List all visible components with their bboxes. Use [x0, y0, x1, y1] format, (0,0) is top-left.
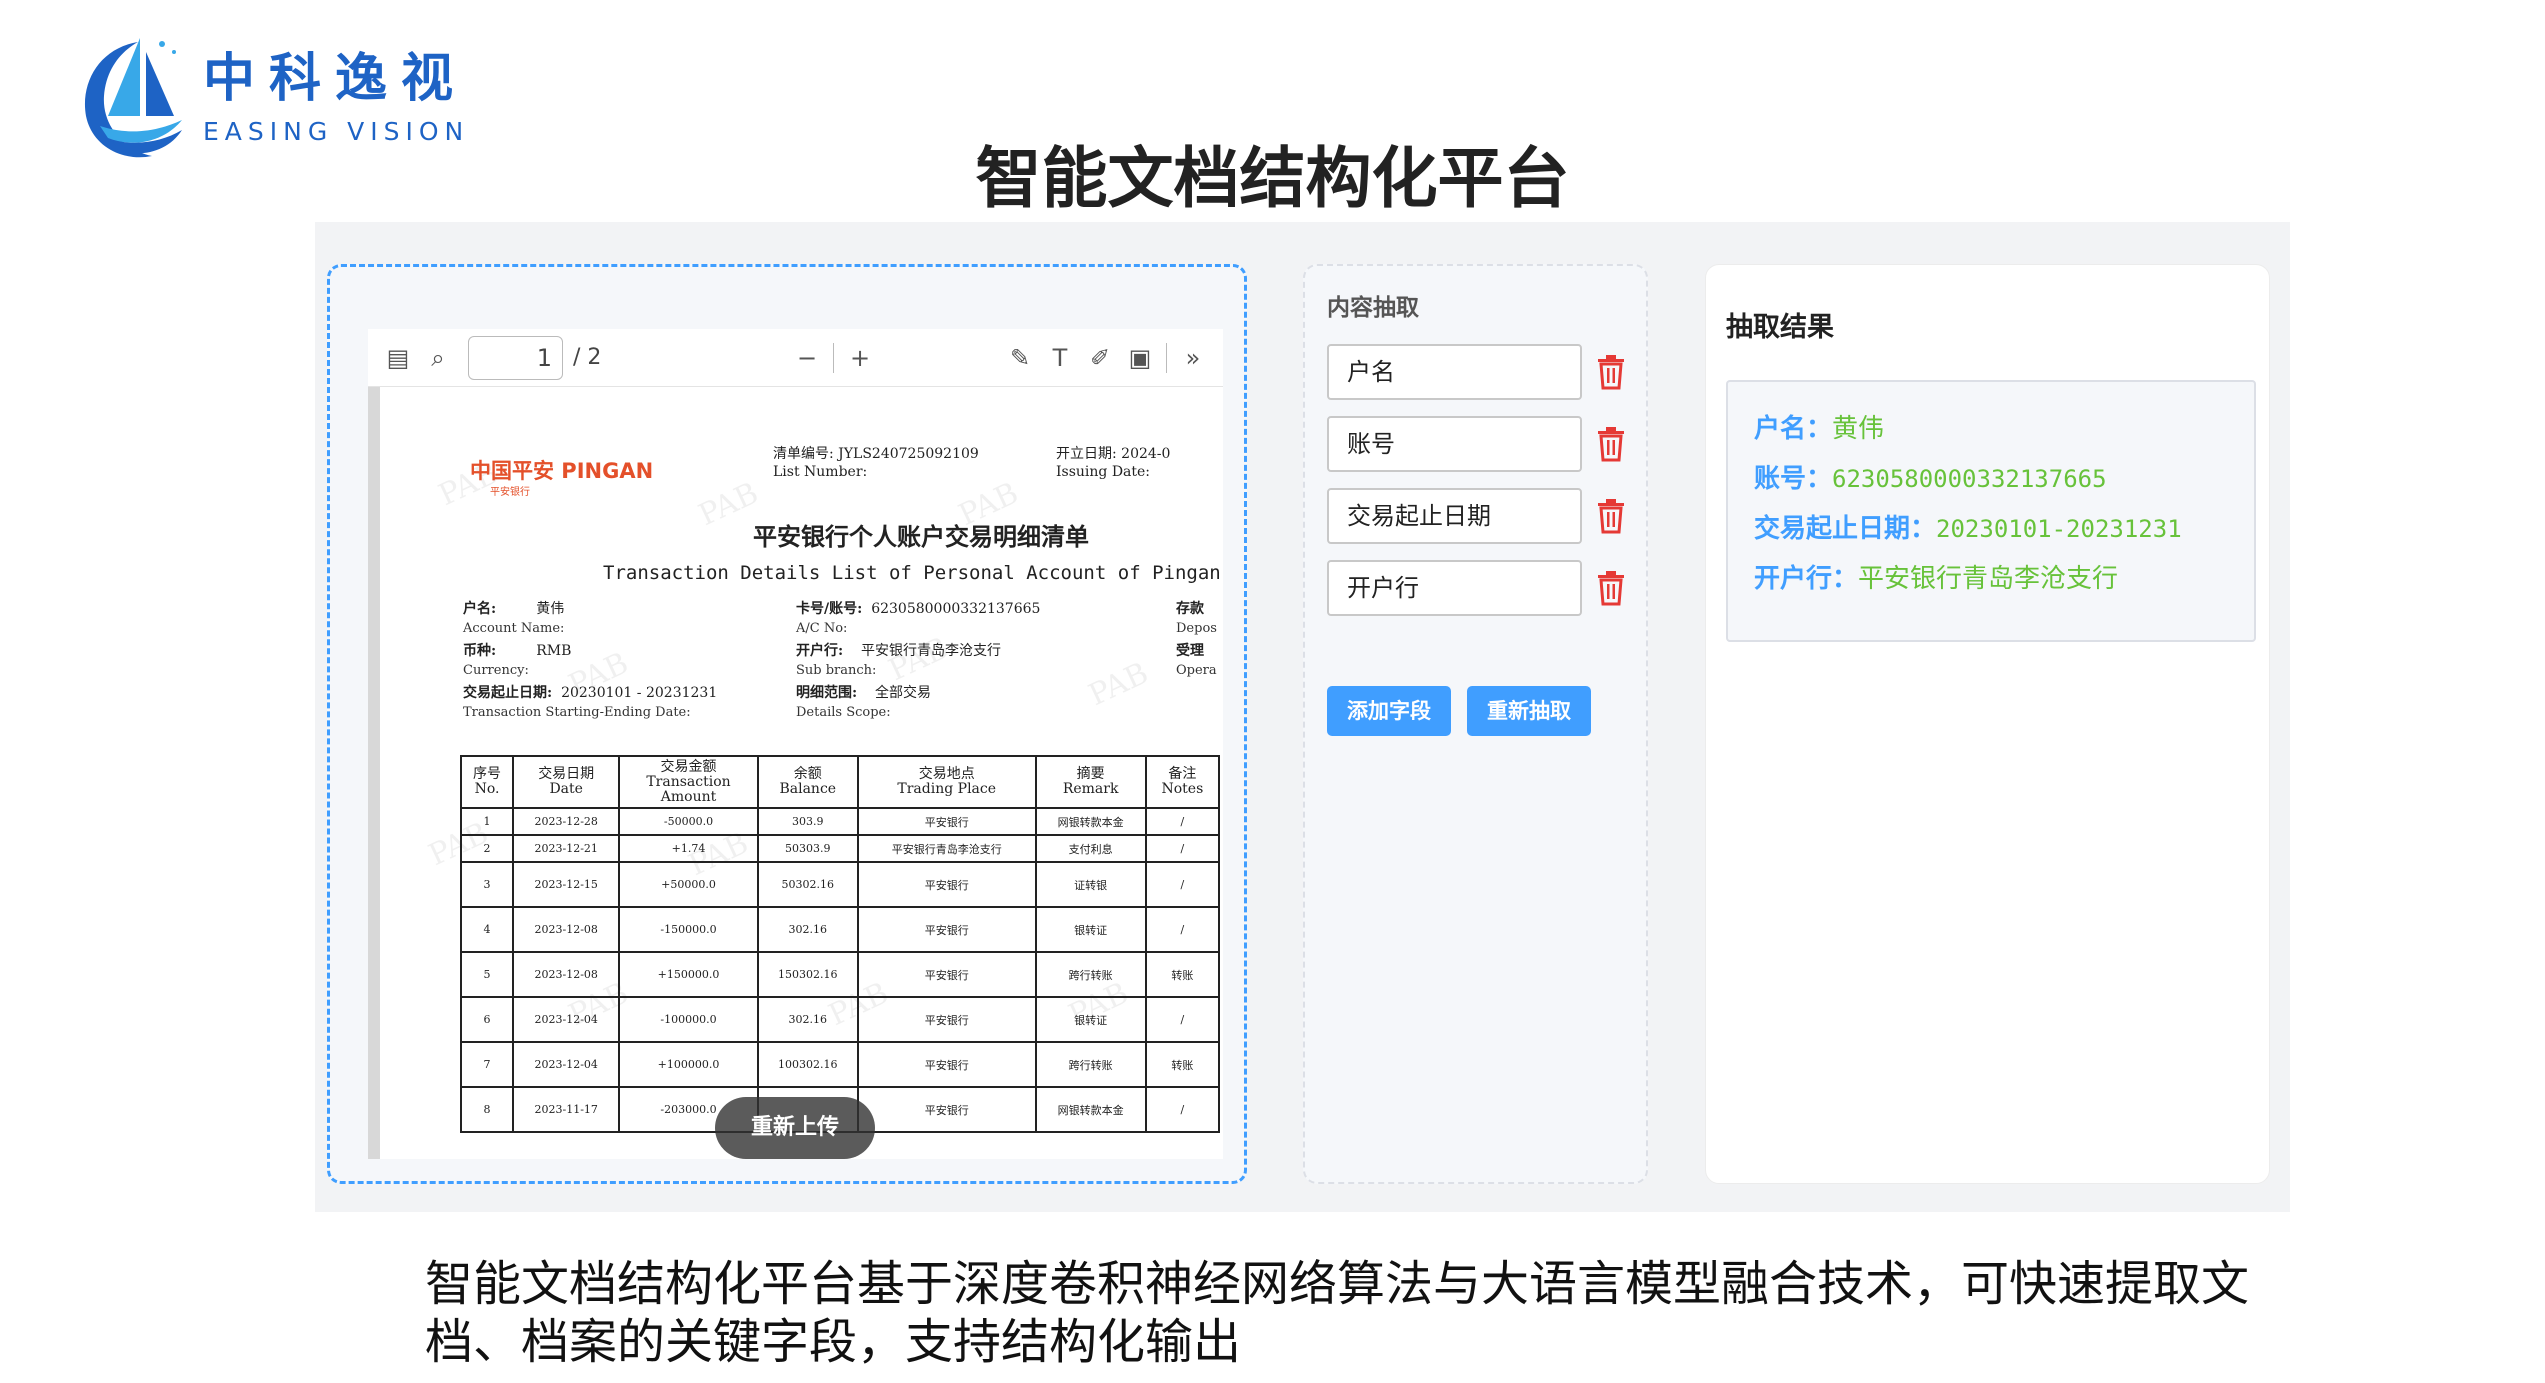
reupload-button[interactable]: 重新上传 — [715, 1097, 875, 1159]
text-icon[interactable]: T — [1040, 344, 1080, 372]
table-header-row: 序号 No. 交易日期 Date 交易金额 Transaction Amount 余额 B… — [459, 755, 1221, 809]
slide: 中科逸视 EASING VISION 智能文档结构化平台 ▤ ⌕ 1 / 2 −… — [0, 0, 2545, 1383]
field-row: 开户行 — [1327, 560, 1627, 616]
list-number: 清单编号: JYLS240725092109 List Number: — [773, 446, 979, 480]
toolbar-divider — [1166, 342, 1167, 373]
trash-icon[interactable] — [1596, 354, 1626, 390]
card-number-info: 卡号/账号: 6230580000332137665 A/C No: — [796, 601, 1041, 636]
field-input-account-name[interactable]: 户名 — [1327, 344, 1582, 400]
trash-icon[interactable] — [1596, 570, 1626, 606]
page-total: / 2 — [573, 345, 602, 370]
date-range-info: 交易起止日期: 20230101 - 20231231 Transaction … — [463, 685, 718, 720]
pdf-toolbar: ▤ ⌕ 1 / 2 − + ✎ T ✐ ▣ » — [368, 329, 1223, 387]
field-input-date-range[interactable]: 交易起止日期 — [1327, 488, 1582, 544]
document-subtitle: Transaction Details List of Personal Acc… — [603, 562, 1223, 584]
result-item: 户名：黄伟 — [1754, 414, 1885, 444]
image-icon[interactable]: ▣ — [1120, 344, 1160, 372]
app-window: ▤ ⌕ 1 / 2 − + ✎ T ✐ ▣ » PAB PAB PAB PAB … — [315, 222, 2290, 1212]
extraction-results-panel: 抽取结果 户名：黄伟 账号：6230580000332137665 交易起止日期… — [1705, 264, 2270, 1184]
deposit-info: 存款 Depos — [1176, 601, 1217, 636]
field-input-account-number[interactable]: 账号 — [1327, 416, 1582, 472]
logo-chinese-name: 中科逸视 — [203, 49, 468, 109]
document-title: 平安银行个人账户交易明细清单 — [753, 523, 1089, 551]
account-name-info: 户名: 黄伟 Account Name: — [463, 601, 565, 636]
table-row: 4 2023-12-08 -150000.0 302.16 平安银行 银转证 / — [459, 906, 1221, 953]
reextract-button[interactable]: 重新抽取 — [1467, 686, 1591, 736]
page-gutter — [368, 387, 380, 1159]
field-row: 户名 — [1327, 344, 1627, 400]
field-input-branch[interactable]: 开户行 — [1327, 560, 1582, 616]
table-row: 3 2023-12-15 +50000.0 50302.16 平安银行 证转银 / — [459, 861, 1221, 908]
col-notes: 备注 Notes — [1144, 755, 1221, 809]
bank-logo-subtext: 平安银行 — [490, 487, 530, 498]
watermark: PAB — [1083, 655, 1154, 714]
zoom-out-icon[interactable]: − — [787, 344, 827, 372]
results-title: 抽取结果 — [1726, 312, 1834, 343]
config-title: 内容抽取 — [1327, 295, 1419, 321]
col-balance: 余额 Balance — [756, 755, 859, 809]
col-place: 交易地点 Trading Place — [856, 755, 1037, 809]
caption-text: 智能文档结构化平台基于深度卷积神经网络算法与大语言模型融合技术，可快速提取文档、… — [425, 1256, 2250, 1370]
sidebar-icon[interactable]: ▤ — [378, 344, 418, 372]
field-row: 账号 — [1327, 416, 1627, 472]
table-row: 2 2023-12-21 +1.74 50303.9 平安银行青岛李沧支行 支付利息 / — [459, 834, 1221, 863]
table-row: 6 2023-12-04 -100000.0 302.16 平安银行 银转证 / — [459, 996, 1221, 1043]
extraction-config-panel: 内容抽取 户名 账号 交易起止日期 开户行 添加字段 重新抽取 — [1303, 264, 1648, 1184]
field-row: 交易起止日期 — [1327, 488, 1627, 544]
zoom-in-icon[interactable]: + — [840, 344, 880, 372]
highlight-icon[interactable]: ✎ — [1000, 344, 1040, 372]
col-amount: 交易金额 Transaction Amount — [618, 755, 759, 809]
issuing-date: 开立日期: 2024-0 Issuing Date: — [1056, 446, 1171, 480]
result-item: 账号：6230580000332137665 — [1754, 464, 2107, 494]
operator-info: 受理 Opera — [1176, 643, 1217, 678]
col-remark: 摘要 Remark — [1034, 755, 1147, 809]
table-row: 1 2023-12-28 -50000.0 303.9 平安银行 网银转款本金 / — [459, 807, 1221, 836]
add-field-button[interactable]: 添加字段 — [1327, 686, 1451, 736]
table-row: 5 2023-12-08 +150000.0 150302.16 平安银行 跨行转账 转账 — [459, 951, 1221, 998]
result-item: 交易起止日期：20230101-20231231 — [1754, 514, 2182, 544]
col-date: 交易日期 Date — [512, 755, 621, 809]
pdf-viewer: ▤ ⌕ 1 / 2 − + ✎ T ✐ ▣ » PAB PAB PAB PAB … — [368, 329, 1223, 1159]
document-page: PAB PAB PAB PAB PAB PAB PAB PAB PAB PAB … — [368, 387, 1223, 1159]
search-icon[interactable]: ⌕ — [418, 344, 458, 372]
upload-dropzone[interactable]: ▤ ⌕ 1 / 2 − + ✎ T ✐ ▣ » PAB PAB PAB PAB … — [327, 264, 1247, 1184]
trash-icon[interactable] — [1596, 426, 1626, 462]
results-box: 户名：黄伟 账号：6230580000332137665 交易起止日期：2023… — [1726, 380, 2256, 642]
page-title: 智能文档结构化平台 — [975, 140, 1570, 217]
table-row: 7 2023-12-04 +100000.0 100302.16 平安银行 跨行转账 转账 — [459, 1041, 1221, 1088]
transaction-table: 序号 No. 交易日期 Date 交易金额 Transaction Amount 余额 B… — [459, 755, 1221, 1133]
currency-info: 币种: RMB Currency: — [463, 643, 572, 678]
branch-info: 开户行: 平安银行青岛李沧支行 Sub branch: — [796, 643, 1001, 678]
more-icon[interactable]: » — [1173, 344, 1213, 372]
toolbar-divider — [833, 342, 834, 373]
result-item: 开户行：平安银行青岛李沧支行 — [1754, 564, 2119, 594]
scope-info: 明细范围: 全部交易 Details Scope: — [796, 685, 931, 720]
draw-icon[interactable]: ✐ — [1080, 344, 1120, 372]
col-no: 序号 No. — [459, 755, 515, 809]
bank-logo: 中国平安 PINGAN — [470, 459, 654, 483]
page-number-input[interactable]: 1 — [468, 335, 563, 380]
trash-icon[interactable] — [1596, 498, 1626, 534]
